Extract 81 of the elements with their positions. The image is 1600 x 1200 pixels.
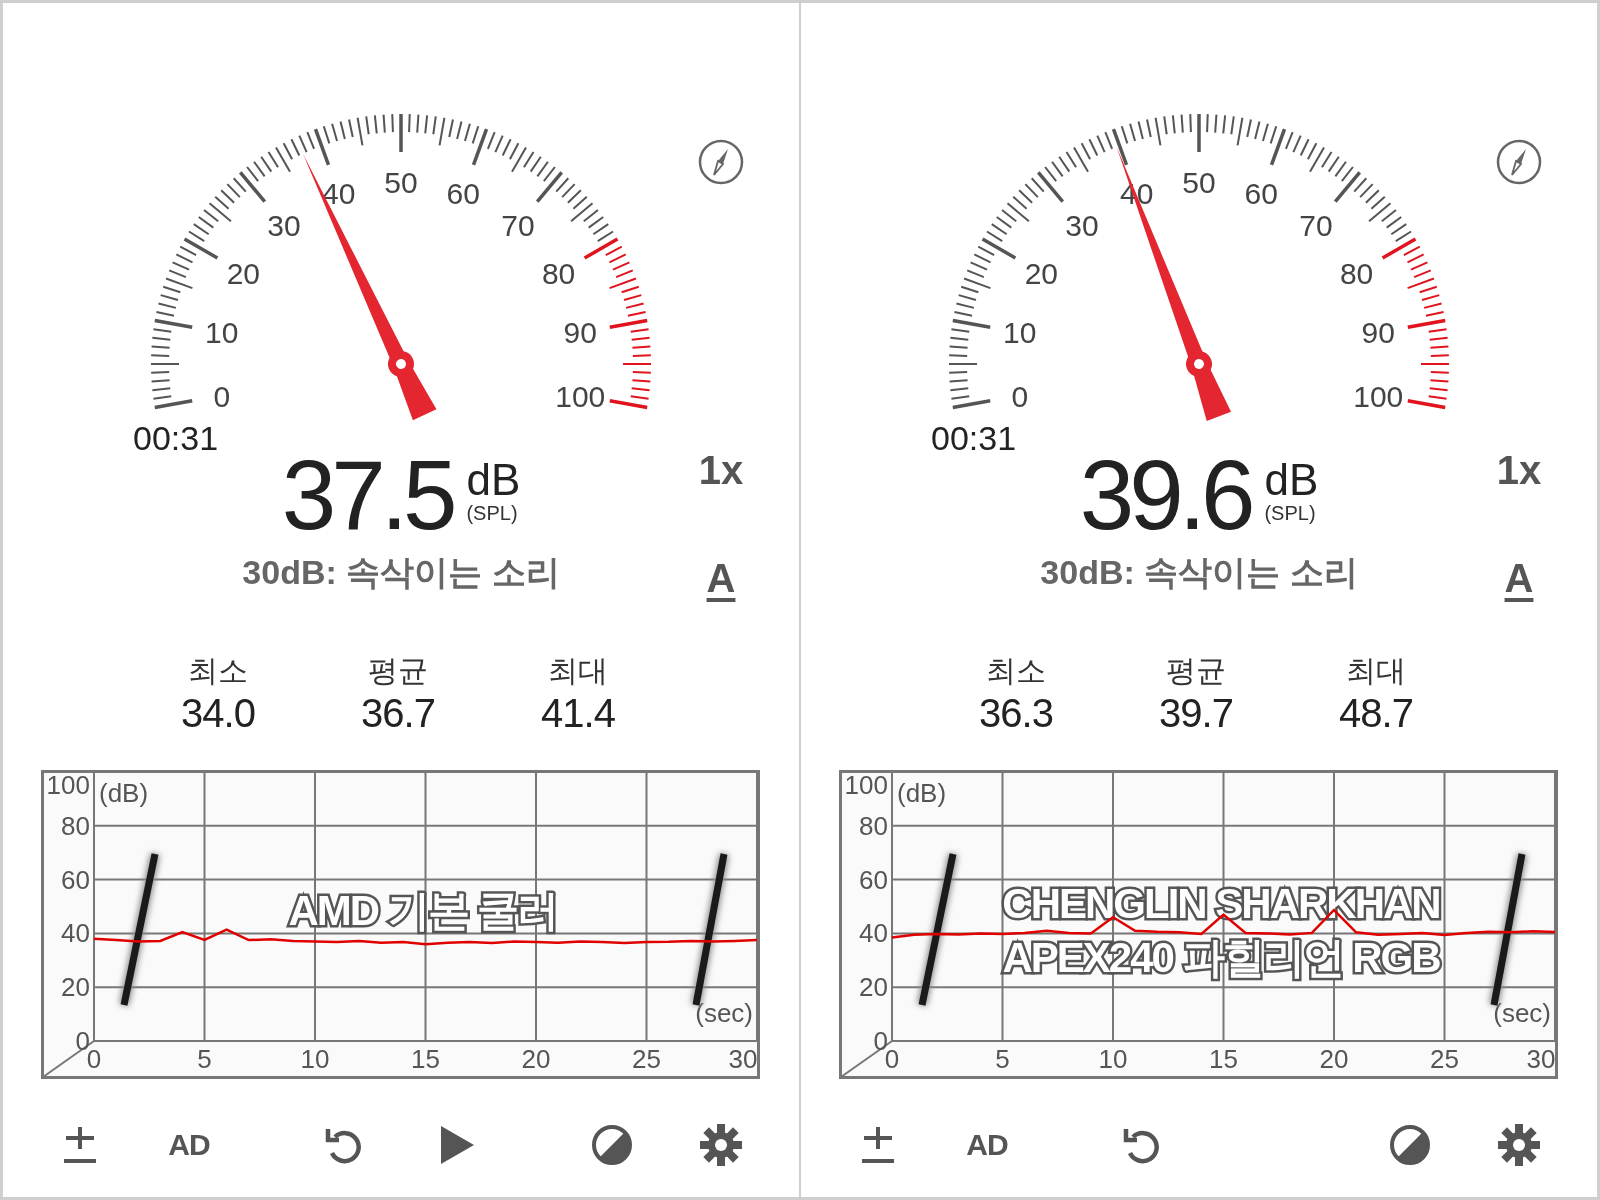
stat-value: 39.7 <box>1159 690 1233 736</box>
unit-label: dB <box>466 458 521 502</box>
scale-label: 100 <box>1353 379 1404 413</box>
scale-label: 80 <box>541 257 576 290</box>
scale-label: 50 <box>384 166 418 199</box>
y-tick-label: 100 <box>844 770 888 800</box>
x-axis-title: (sec) <box>1492 998 1551 1028</box>
y-tick-label: 20 <box>858 972 888 1003</box>
x-tick-label: 10 <box>300 1044 329 1074</box>
stat-label: 최대 <box>1346 653 1406 689</box>
y-tick-label: 100 <box>46 770 90 800</box>
x-tick-label: 15 <box>1208 1044 1238 1074</box>
auto-detect-button[interactable]: AD <box>947 1123 1027 1167</box>
y-tick-label: 40 <box>60 918 90 949</box>
scale-label: 70 <box>501 208 535 242</box>
compass-icon[interactable] <box>1495 138 1543 186</box>
weighting-button[interactable]: A <box>1504 556 1534 600</box>
elapsed-time: 00:31 <box>931 418 1017 458</box>
stat-value: 41.4 <box>541 690 615 736</box>
elapsed-time: 00:31 <box>133 418 219 458</box>
scale-label: 10 <box>1003 316 1037 350</box>
stat-label: 최소 <box>986 653 1046 689</box>
stat-value: 36.3 <box>979 690 1053 736</box>
unit-note: (SPL) <box>466 502 519 524</box>
y-tick-label: 60 <box>60 864 90 895</box>
weighting-button[interactable]: A <box>706 556 736 600</box>
reference-level-text: 30dB: 속삭이는 소리 <box>1040 552 1358 592</box>
scale-label: 40 <box>322 177 356 210</box>
x-tick-label: 10 <box>1098 1044 1127 1074</box>
sound-level-reading: 39.6 <box>1079 450 1251 540</box>
scale-label: 90 <box>1361 316 1395 350</box>
y-tick-label: 40 <box>858 918 888 949</box>
x-tick-label: 30 <box>1526 1044 1555 1074</box>
scale-label: 100 <box>555 379 606 413</box>
y-axis-title: (dB) <box>896 778 946 808</box>
stat-value: 48.7 <box>1339 690 1413 736</box>
x-tick-label: 15 <box>410 1044 440 1074</box>
scale-label: 50 <box>1182 166 1216 199</box>
y-tick-label: 20 <box>60 972 90 1003</box>
scale-label: 90 <box>563 316 597 350</box>
settings-icon[interactable] <box>699 1123 743 1167</box>
stat-label: 최대 <box>548 653 608 689</box>
scale-label: 70 <box>1299 208 1333 242</box>
scale-label: 80 <box>1339 257 1374 290</box>
stat-label: 평균 <box>368 653 428 689</box>
x-tick-label: 20 <box>521 1044 550 1074</box>
x-tick-label: 5 <box>196 1044 212 1074</box>
x-axis-title: (sec) <box>694 998 753 1028</box>
contrast-icon[interactable] <box>1388 1123 1432 1167</box>
scale-label: 60 <box>1244 177 1278 210</box>
x-tick-label: 25 <box>631 1044 661 1074</box>
scale-label: 30 <box>1065 208 1099 242</box>
y-tick-label: 80 <box>60 810 90 841</box>
y-axis-title: (dB) <box>98 778 148 808</box>
unit-note: (SPL) <box>1264 502 1317 524</box>
x-tick-label: 5 <box>994 1044 1010 1074</box>
scale-label: 0 <box>1011 379 1029 413</box>
stat-label: 평균 <box>1166 653 1226 689</box>
x-tick-label: 30 <box>728 1044 757 1074</box>
y-tick-label: 60 <box>858 864 888 895</box>
contrast-icon[interactable] <box>590 1123 634 1167</box>
x-tick-label: 25 <box>1429 1044 1459 1074</box>
zoom-button[interactable]: 1x <box>1496 448 1542 492</box>
compass-icon[interactable] <box>697 138 745 186</box>
settings-icon[interactable] <box>1497 1123 1541 1167</box>
zoom-button[interactable]: 1x <box>698 448 744 492</box>
scale-label: 0 <box>213 379 231 413</box>
x-tick-label: 20 <box>1319 1044 1348 1074</box>
y-tick-label: 80 <box>858 810 888 841</box>
stat-label: 최소 <box>188 653 248 689</box>
stat-value: 36.7 <box>361 690 435 736</box>
scale-label: 20 <box>1024 257 1059 290</box>
sound-level-reading: 37.5 <box>281 450 453 540</box>
scale-label: 60 <box>446 177 480 210</box>
stat-value: 34.0 <box>181 690 255 736</box>
scale-label: 20 <box>226 257 261 290</box>
unit-label: dB <box>1264 458 1319 502</box>
scale-label: 30 <box>267 208 301 242</box>
reference-level-text: 30dB: 속삭이는 소리 <box>242 552 560 592</box>
scale-label: 10 <box>205 316 239 350</box>
auto-detect-button[interactable]: AD <box>149 1123 229 1167</box>
